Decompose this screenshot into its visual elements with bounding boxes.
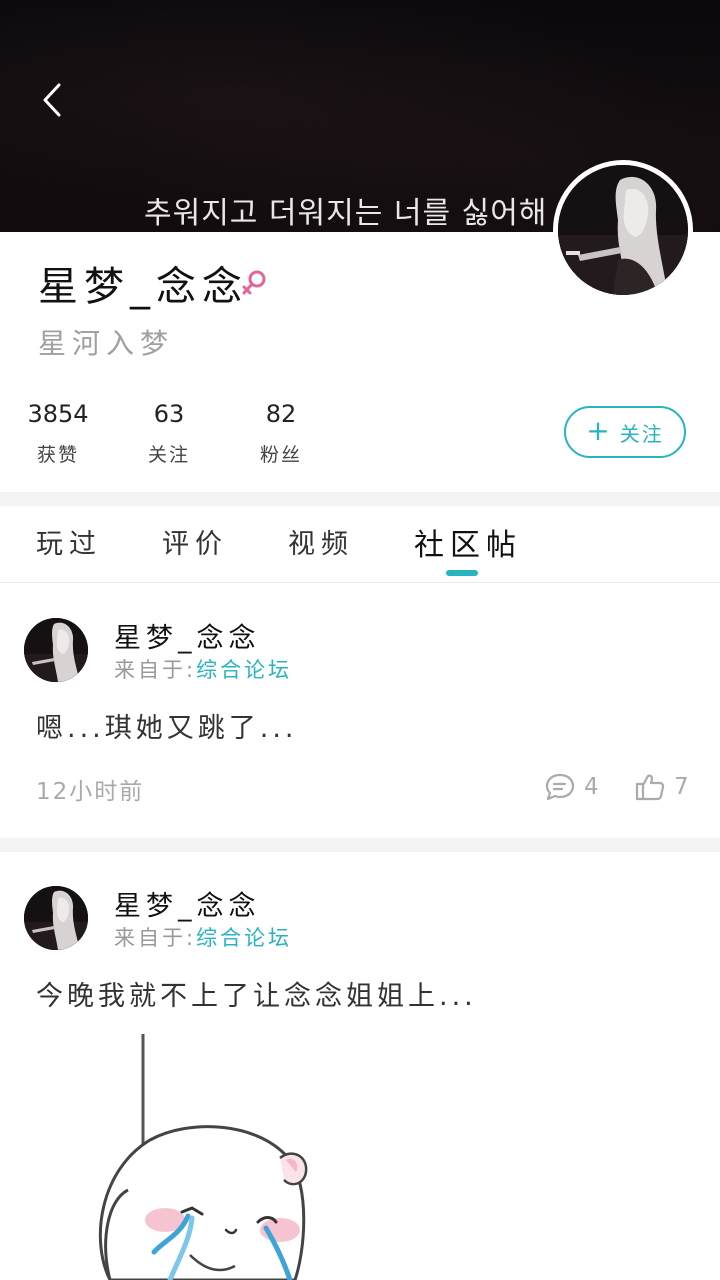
stat-label: 关注 (147, 444, 190, 466)
avatar-image (24, 618, 88, 682)
follow-button[interactable]: + 关注 (564, 406, 686, 458)
tab-reviews[interactable]: 评价 (162, 522, 228, 561)
post-author-avatar[interactable] (24, 618, 88, 682)
post-source: 来自于:综合论坛 (114, 654, 292, 684)
post-author-avatar[interactable] (24, 886, 88, 950)
post-source-prefix: 来自于: (114, 658, 197, 682)
profile-tabs: 玩过 评价 视频 社区帖 (0, 506, 720, 583)
profile-avatar[interactable] (553, 160, 693, 300)
stat-label: 粉丝 (259, 444, 302, 466)
tab-played[interactable]: 玩过 (36, 522, 102, 561)
section-divider (0, 492, 720, 506)
active-tab-indicator (446, 570, 478, 576)
tab-videos[interactable]: 视频 (288, 522, 354, 561)
stat-following[interactable]: 63 关注 (124, 400, 214, 467)
stat-label: 获赞 (36, 444, 79, 466)
comment-button[interactable]: 4 (544, 772, 599, 802)
post-image[interactable] (70, 1030, 330, 1280)
profile-name: 星梦_念念 (38, 264, 248, 310)
like-count: 7 (674, 774, 689, 800)
post-card[interactable]: 星梦_念念 来自于:综合论坛 嗯...琪她又跳了... 12小时前 4 7 (0, 582, 720, 838)
stat-value: 3854 (27, 400, 89, 428)
post-time: 12小时前 (36, 779, 145, 805)
follow-button-label: 关注 (619, 421, 664, 446)
post-content[interactable]: 嗯...琪她又跳了... (36, 706, 298, 745)
stat-likes[interactable]: 3854 获赞 (13, 400, 103, 467)
stat-value: 82 (265, 400, 297, 428)
crying-sticker-image (98, 1034, 308, 1280)
plus-icon: + (586, 414, 612, 447)
avatar-image (24, 886, 88, 950)
stat-fans[interactable]: 82 粉丝 (236, 400, 326, 467)
post-author-name[interactable]: 星梦_念念 (114, 616, 261, 655)
post-divider (0, 838, 720, 852)
post-forum-link[interactable]: 综合论坛 (196, 658, 292, 682)
stat-value: 63 (153, 400, 185, 428)
cover-caption: 추워지고 더워지는 너를 싫어해 (144, 196, 548, 231)
post-author-name[interactable]: 星梦_念念 (114, 884, 261, 923)
post-source: 来自于:综合论坛 (114, 922, 292, 952)
back-button[interactable] (28, 76, 76, 124)
comment-icon (545, 773, 575, 801)
post-source-prefix: 来自于: (114, 926, 197, 950)
back-arrow-icon (43, 83, 61, 117)
post-content[interactable]: 今晚我就不上了让念念姐姐上... (36, 974, 477, 1013)
female-icon (242, 270, 266, 295)
post-forum-link[interactable]: 综合论坛 (196, 926, 292, 950)
avatar-image (558, 165, 688, 295)
profile-signature: 星河入梦 (38, 327, 175, 360)
comment-count: 4 (584, 774, 599, 800)
thumbs-up-icon (635, 774, 665, 801)
like-button[interactable]: 7 (634, 772, 689, 802)
tab-community-posts[interactable]: 社区帖 (414, 520, 522, 564)
